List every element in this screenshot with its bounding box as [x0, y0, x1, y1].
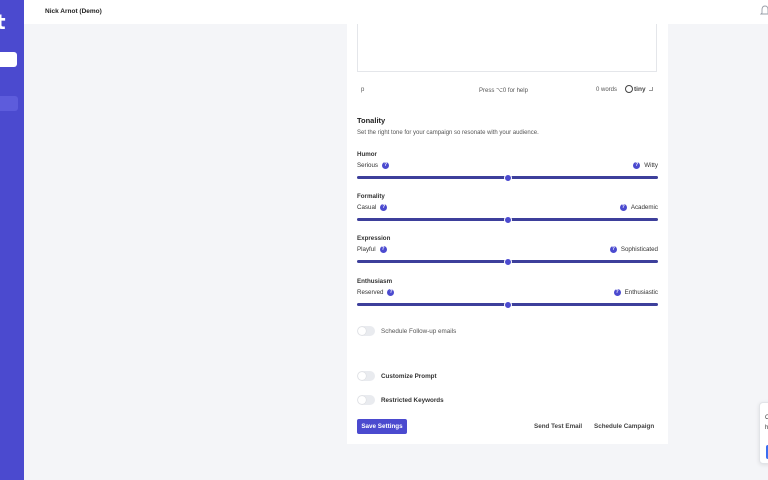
followup-label: Schedule Follow-up emails — [381, 327, 457, 335]
tiny-logo[interactable]: tiny — [625, 85, 646, 93]
help-icon[interactable]: ? — [387, 289, 395, 296]
slider-high-label-group: ? Academic — [619, 204, 658, 211]
slider-low-label: Reserved — [357, 289, 384, 296]
help-icon[interactable]: ? — [613, 289, 621, 296]
slider-thumb[interactable] — [503, 215, 512, 224]
customize-prompt-label: Customize Prompt — [381, 372, 437, 380]
settings-card: p Press ⌥0 for help 0 words tiny Tonalit… — [347, 24, 668, 444]
help-icon[interactable]: ? — [633, 162, 641, 169]
rich-text-editor[interactable] — [357, 24, 657, 72]
save-settings-button[interactable]: Save Settings — [357, 419, 407, 434]
resize-handle-icon[interactable] — [649, 87, 653, 91]
editor-statusbar: p Press ⌥0 for help 0 words tiny — [357, 72, 657, 96]
slider-low-label-group: Serious ? — [357, 162, 389, 169]
slider-name: Humor — [357, 151, 377, 158]
slider-low-label: Casual — [357, 204, 377, 211]
help-icon[interactable]: ? — [619, 204, 627, 211]
slider-high-label-group: ? Sophisticated — [609, 246, 658, 253]
tiny-brand: tiny — [634, 85, 646, 93]
bell-icon[interactable] — [760, 5, 768, 17]
slider-name: Enthusiasm — [357, 278, 393, 285]
followup-toggle[interactable] — [357, 326, 375, 336]
slider-low-label-group: Reserved ? — [357, 289, 395, 296]
slider-low-label: Serious — [357, 162, 378, 169]
slider-thumb[interactable] — [503, 300, 512, 309]
tiny-icon — [625, 85, 633, 93]
sidebar-item-active[interactable] — [0, 96, 18, 111]
help-icon[interactable]: ? — [609, 246, 617, 253]
slider-thumb[interactable] — [503, 173, 512, 182]
tone-slider-enthusiasm: Enthusiasm Reserved ? ? Enthusiastic — [357, 278, 658, 314]
customize-prompt-row: Customize Prompt — [357, 370, 437, 382]
slider-low-label-group: Playful ? — [357, 246, 387, 253]
help-icon[interactable]: ? — [380, 204, 388, 211]
slider-high-label-group: ? Witty — [633, 162, 658, 169]
slider-name: Expression — [357, 235, 391, 242]
slider-high-label-group: ? Enthusiastic — [613, 289, 658, 296]
chat-widget[interactable]: C h — [759, 402, 768, 464]
tone-slider-expression: Expression Playful ? ? Sophisticated — [357, 235, 658, 271]
slider-low-label: Playful — [357, 246, 376, 253]
schedule-campaign-button[interactable]: Schedule Campaign — [594, 423, 654, 430]
tone-slider-humor: Humor Serious ? ? Witty — [357, 151, 658, 187]
editor-help-hint: Press ⌥0 for help — [479, 87, 528, 94]
restricted-keywords-toggle[interactable] — [357, 395, 375, 405]
help-icon[interactable]: ? — [381, 162, 389, 169]
restricted-keywords-label: Restricted Keywords — [381, 396, 444, 404]
slider-high-label: Sophisticated — [620, 246, 658, 253]
slider-high-label: Enthusiastic — [624, 289, 658, 296]
sidebar: t — [0, 0, 24, 480]
slider-high-label: Academic — [630, 204, 658, 211]
word-count[interactable]: 0 words — [596, 87, 617, 93]
tone-slider-formality: Formality Casual ? ? Academic — [357, 193, 658, 229]
slider-low-label-group: Casual ? — [357, 204, 388, 211]
user-name[interactable]: Nick Arnot (Demo) — [45, 8, 102, 15]
slider-thumb[interactable] — [503, 257, 512, 266]
tonality-description: Set the right tone for your campaign so … — [357, 130, 539, 136]
sidebar-action-button[interactable] — [0, 52, 17, 67]
app-logo: t — [0, 10, 6, 34]
tonality-title: Tonality — [357, 116, 386, 125]
top-bar: Nick Arnot (Demo) — [24, 0, 768, 24]
help-icon[interactable]: ? — [379, 246, 387, 253]
element-path[interactable]: p — [361, 87, 364, 93]
restricted-keywords-row: Restricted Keywords — [357, 394, 444, 406]
send-test-email-button[interactable]: Send Test Email — [534, 423, 582, 430]
customize-prompt-toggle[interactable] — [357, 371, 375, 381]
followup-toggle-row: Schedule Follow-up emails — [357, 325, 456, 337]
slider-high-label: Witty — [644, 162, 658, 169]
slider-name: Formality — [357, 193, 385, 200]
